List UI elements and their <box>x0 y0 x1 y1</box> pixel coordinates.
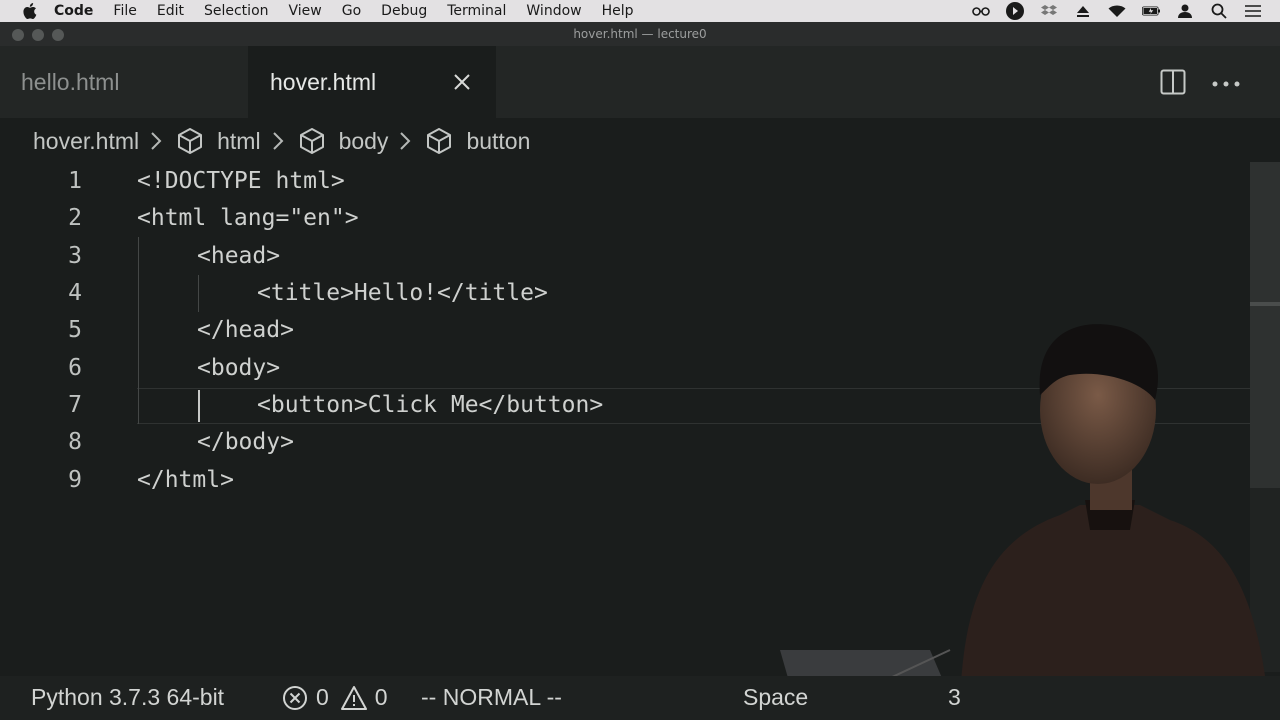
menu-edit[interactable]: Edit <box>157 3 184 19</box>
cube-icon <box>424 126 454 156</box>
line-text: </head> <box>197 316 294 343</box>
tab-hello-html[interactable]: hello.html <box>0 46 248 118</box>
problems-indicator[interactable]: 0 0 <box>282 684 388 711</box>
indentation-size[interactable]: 3 <box>948 684 961 711</box>
chevron-right-icon <box>147 130 165 152</box>
list-icon[interactable] <box>1244 2 1262 20</box>
line-text: <title>Hello!</title> <box>257 279 548 306</box>
vim-mode: -- NORMAL -- <box>421 684 562 710</box>
maximize-window-button[interactable] <box>52 29 64 41</box>
chevron-right-icon <box>396 130 414 152</box>
breadcrumb-label: button <box>466 127 531 154</box>
code-line: 4 <title>Hello!</title> <box>0 274 1250 311</box>
line-number: 3 <box>68 242 82 269</box>
close-window-button[interactable] <box>12 29 24 41</box>
menu-view[interactable]: View <box>289 3 322 19</box>
text-cursor <box>198 390 200 422</box>
indentation-setting[interactable]: Space <box>743 684 808 711</box>
code-line: 6 <body> <box>0 349 1250 386</box>
menu-go[interactable]: Go <box>342 3 361 19</box>
line-number: 8 <box>68 428 82 455</box>
tab-label: hello.html <box>21 68 120 95</box>
window-title: hover.html — lecture0 <box>573 27 707 41</box>
code-line: 7 <button>Click Me</button> <box>0 386 1250 423</box>
menu-file[interactable]: File <box>113 3 136 19</box>
code-editor[interactable]: 1 <!DOCTYPE html> 2 <html lang="en"> 3 <… <box>0 162 1250 672</box>
line-number: 6 <box>68 354 82 381</box>
error-icon <box>282 685 308 711</box>
play-circle-icon[interactable] <box>1006 2 1024 20</box>
breadcrumb-file[interactable]: hover.html <box>33 128 139 155</box>
line-text: <body> <box>197 354 281 381</box>
python-interpreter[interactable]: Python 3.7.3 64-bit <box>31 684 224 711</box>
close-icon[interactable] <box>450 70 474 94</box>
line-number: 4 <box>68 279 82 306</box>
line-number: 5 <box>68 316 82 343</box>
window-controls <box>12 29 64 41</box>
code-line: 5 </head> <box>0 311 1250 348</box>
line-number: 7 <box>68 391 82 418</box>
breadcrumb-label: html <box>217 127 261 154</box>
menu-debug[interactable]: Debug <box>381 3 427 19</box>
menu-terminal[interactable]: Terminal <box>447 3 506 19</box>
error-count: 0 <box>316 684 329 710</box>
code-line: 8 </body> <box>0 423 1250 460</box>
menu-window[interactable]: Window <box>526 3 581 19</box>
breadcrumb-item-button[interactable]: button <box>424 126 530 156</box>
warning-icon <box>340 685 367 711</box>
chevron-right-icon <box>269 130 287 152</box>
tab-label: hover.html <box>270 68 377 95</box>
glasses-icon[interactable] <box>972 2 990 20</box>
code-line: 1 <!DOCTYPE html> <box>0 162 1250 199</box>
more-actions-icon[interactable] <box>1212 74 1240 88</box>
minimize-window-button[interactable] <box>32 29 44 41</box>
editor-scrollbar-thumb[interactable] <box>1250 162 1280 488</box>
cube-icon <box>175 126 205 156</box>
user-icon[interactable] <box>1176 2 1194 20</box>
line-text: </html> <box>137 466 234 493</box>
code-line: 3 <head> <box>0 237 1250 274</box>
code-line: 2 <html lang="en"> <box>0 199 1250 236</box>
status-bar: Python 3.7.3 64-bit 0 0 -- NORMAL -- Spa… <box>0 676 1280 720</box>
warning-count: 0 <box>374 684 388 710</box>
menu-help[interactable]: Help <box>602 3 634 19</box>
line-number: 1 <box>68 167 82 194</box>
breadcrumb-item-html[interactable]: html <box>175 126 261 156</box>
line-number: 2 <box>68 204 82 231</box>
line-text: <!DOCTYPE html> <box>137 167 345 194</box>
line-text: <head> <box>197 242 281 269</box>
menu-app-code[interactable]: Code <box>54 3 93 19</box>
search-icon[interactable] <box>1210 2 1228 20</box>
cube-icon <box>297 126 327 156</box>
scrollbar-cursor-marker <box>1250 302 1280 306</box>
apple-icon[interactable] <box>20 3 40 19</box>
breadcrumb-label: body <box>338 127 389 154</box>
editor-tab-bar: hello.html hover.html <box>0 46 1280 118</box>
code-line: 9 </html> <box>0 461 1250 498</box>
menu-selection[interactable]: Selection <box>204 3 269 19</box>
macos-menubar: Code File Edit Selection View Go Debug T… <box>0 0 1280 22</box>
tab-hover-html[interactable]: hover.html <box>248 46 496 118</box>
menubar-status-area <box>972 0 1262 22</box>
wifi-icon[interactable] <box>1108 2 1126 20</box>
line-text: <button>Click Me</button> <box>257 391 604 418</box>
window-titlebar: hover.html — lecture0 <box>0 22 1280 46</box>
line-number: 9 <box>68 466 82 493</box>
line-text: </body> <box>197 428 294 455</box>
eject-icon[interactable] <box>1074 2 1092 20</box>
dropbox-icon[interactable] <box>1040 2 1058 20</box>
breadcrumb-item-body[interactable]: body <box>297 126 389 156</box>
line-text: <html lang="en"> <box>137 204 359 231</box>
battery-icon[interactable] <box>1142 2 1160 20</box>
split-editor-icon[interactable] <box>1160 69 1186 95</box>
breadcrumb: hover.html html body button <box>33 122 530 160</box>
